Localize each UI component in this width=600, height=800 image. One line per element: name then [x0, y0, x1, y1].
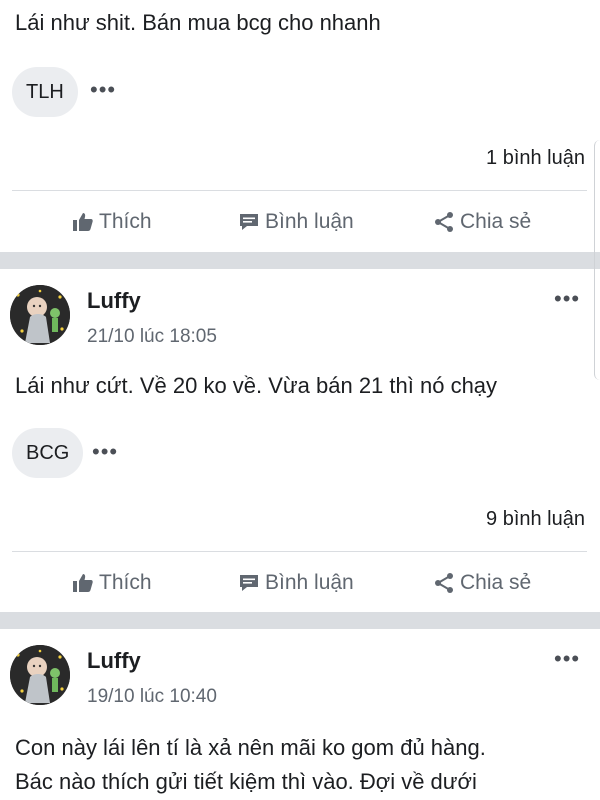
like-button[interactable]: Thích	[72, 553, 152, 613]
more-horizontal-icon[interactable]: •••	[92, 441, 118, 463]
post-timestamp[interactable]: 21/10 lúc 18:05	[87, 326, 217, 348]
divider	[12, 190, 587, 191]
like-label: Thích	[99, 571, 152, 594]
more-horizontal-icon[interactable]: •••	[554, 648, 580, 670]
comment-icon	[240, 575, 258, 591]
action-bar: Thích Bình luận Chia sẻ	[0, 192, 600, 252]
more-horizontal-icon[interactable]: •••	[90, 79, 116, 101]
author-name[interactable]: Luffy	[87, 648, 141, 674]
avatar[interactable]	[10, 285, 70, 345]
post-timestamp[interactable]: 19/10 lúc 10:40	[87, 686, 217, 708]
post-text: Lái như shit. Bán mua bcg cho nhanh	[15, 10, 381, 35]
share-button[interactable]: Chia sẻ	[433, 192, 531, 252]
post-separator	[0, 252, 600, 269]
post-card: Lái như shit. Bán mua bcg cho nhanh TLH …	[0, 0, 600, 252]
comment-count[interactable]: 1 bình luận	[486, 147, 585, 170]
avatar-image	[10, 645, 70, 705]
comment-label: Bình luận	[265, 571, 354, 594]
post-card: Luffy 21/10 lúc 18:05 ••• Lái như cứt. V…	[0, 269, 600, 612]
comment-button[interactable]: Bình luận	[238, 192, 354, 252]
share-button[interactable]: Chia sẻ	[433, 553, 531, 613]
avatar-image	[10, 285, 70, 345]
comment-label: Bình luận	[265, 210, 354, 233]
like-label: Thích	[99, 210, 152, 233]
post-text-line: Bác nào thích gửi tiết kiệm thì vào. Đợi…	[15, 769, 477, 794]
thumbs-up-icon	[73, 574, 93, 592]
thumbs-up-icon	[73, 213, 93, 231]
share-icon	[435, 573, 453, 593]
like-button[interactable]: Thích	[72, 192, 152, 252]
divider	[12, 551, 587, 552]
action-bar: Thích Bình luận Chia sẻ	[0, 553, 600, 613]
comment-button[interactable]: Bình luận	[238, 553, 354, 613]
stock-tag-chip[interactable]: TLH	[12, 67, 78, 117]
post-separator	[0, 612, 600, 629]
comment-icon	[240, 214, 258, 230]
post-text: Lái như cứt. Về 20 ko về. Vừa bán 21 thì…	[15, 373, 498, 398]
comment-count[interactable]: 9 bình luận	[486, 508, 585, 531]
author-name[interactable]: Luffy	[87, 288, 141, 314]
scrollbar[interactable]	[594, 140, 600, 380]
post-text-line: Con này lái lên tí là xả nên mãi ko gom …	[15, 735, 486, 760]
share-icon	[435, 212, 453, 232]
feed: Lái như shit. Bán mua bcg cho nhanh TLH …	[0, 0, 600, 800]
share-label: Chia sẻ	[460, 571, 532, 594]
share-label: Chia sẻ	[460, 210, 532, 233]
avatar[interactable]	[10, 645, 70, 705]
post-card: Luffy 19/10 lúc 10:40 ••• Con này lái lê…	[0, 629, 600, 800]
stock-tag-chip[interactable]: BCG	[12, 428, 84, 478]
more-horizontal-icon[interactable]: •••	[554, 288, 580, 310]
